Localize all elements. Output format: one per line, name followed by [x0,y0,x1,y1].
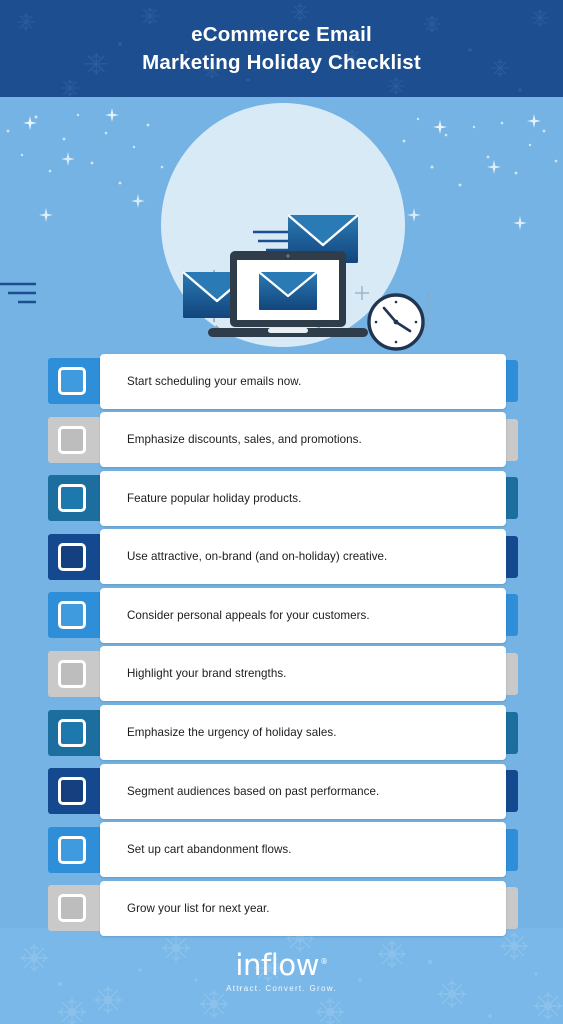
checklist-row[interactable]: Emphasize discounts, sales, and promotio… [0,411,563,470]
checklist-item-label: Feature popular holiday products. [127,491,302,505]
brand-logo: inflow® Attract. Convert. Grow. [0,948,563,993]
checklist-row[interactable]: Consider personal appeals for your custo… [0,586,563,645]
checklist-row[interactable]: Highlight your brand strengths. [0,645,563,704]
checkbox-icon[interactable] [58,425,86,454]
checkbox-icon[interactable] [58,894,86,923]
checklist-item-label: Set up cart abandonment flows. [127,843,292,857]
checkbox-icon[interactable] [58,484,86,513]
checkbox-icon[interactable] [58,542,86,571]
checkbox-icon[interactable] [58,835,86,864]
checklist-item-label: Use attractive, on-brand (and on-holiday… [127,550,388,564]
header-banner: eCommerce Email Marketing Holiday Checkl… [0,0,563,97]
trademark-symbol: ® [320,957,328,967]
checklist-item-label: Emphasize discounts, sales, and promotio… [127,433,362,447]
logo-wordmark: inflow® [235,948,328,982]
checklist-item-label: Start scheduling your emails now. [127,374,302,388]
infographic-page: eCommerce Email Marketing Holiday Checkl… [0,0,563,1024]
checklist-item-label: Segment audiences based on past performa… [127,784,380,798]
checklist-card[interactable]: Set up cart abandonment flows. [100,822,506,878]
title-line-2: Marketing Holiday Checklist [142,50,421,74]
checkbox-icon[interactable] [58,601,86,630]
checkbox-icon[interactable] [58,367,86,395]
checklist-row[interactable]: Grow your list for next year. [0,879,563,938]
checklist: Start scheduling your emails now. Emphasi… [0,352,563,938]
checkbox-icon[interactable] [58,718,86,747]
checkbox-icon[interactable] [58,777,86,806]
checklist-card[interactable]: Use attractive, on-brand (and on-holiday… [100,529,506,585]
checklist-card[interactable]: Consider personal appeals for your custo… [100,587,506,643]
checklist-item-label: Emphasize the urgency of holiday sales. [127,726,337,740]
hero-illustration [0,97,563,352]
checklist-item-label: Grow your list for next year. [127,901,270,915]
checklist-card[interactable]: Grow your list for next year. [100,880,506,936]
checklist-card[interactable]: Emphasize the urgency of holiday sales. [100,705,506,761]
clock-icon [367,293,425,351]
laptop-icon [208,251,368,337]
checklist-row[interactable]: Start scheduling your emails now. [0,352,563,411]
checklist-card[interactable]: Highlight your brand strengths. [100,646,506,702]
envelope-icon-screen [258,271,318,310]
checklist-card[interactable]: Emphasize discounts, sales, and promotio… [100,412,506,468]
checklist-row[interactable]: Use attractive, on-brand (and on-holiday… [0,528,563,587]
brand-tagline: Attract. Convert. Grow. [226,984,337,993]
footer-banner: inflow® Attract. Convert. Grow. [0,928,563,1024]
checklist-card[interactable]: Feature popular holiday products. [100,470,506,526]
logo-text: inflow [235,948,320,982]
checklist-card[interactable]: Start scheduling your emails now. [100,353,506,409]
checklist-row[interactable]: Feature popular holiday products. [0,469,563,528]
checklist-item-label: Highlight your brand strengths. [127,667,287,681]
checklist-card[interactable]: Segment audiences based on past performa… [100,763,506,819]
checklist-row[interactable]: Emphasize the urgency of holiday sales. [0,704,563,763]
checkbox-icon[interactable] [58,659,86,688]
checklist-item-label: Consider personal appeals for your custo… [127,608,370,622]
page-title: eCommerce Email Marketing Holiday Checkl… [0,0,563,97]
checklist-row[interactable]: Set up cart abandonment flows. [0,821,563,880]
checklist-row[interactable]: Segment audiences based on past performa… [0,762,563,821]
email-marketing-graphic [0,97,563,352]
title-line-1: eCommerce Email [191,22,372,46]
